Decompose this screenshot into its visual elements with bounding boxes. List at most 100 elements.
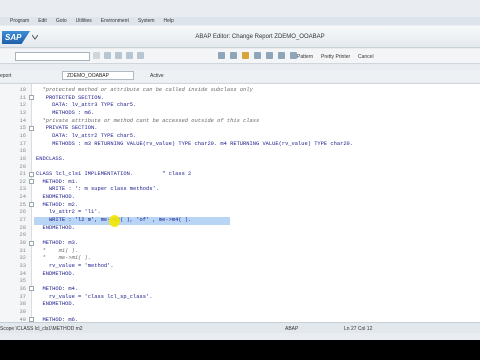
- fold-toggle-icon[interactable]: [29, 95, 34, 101]
- line-number: 32: [19, 255, 26, 262]
- code-line[interactable]: PRIVATE SECTION.: [36, 125, 98, 131]
- code-line[interactable]: * m1( ).: [36, 248, 78, 254]
- status-bar: Scope \CLASS lcl_cls1\METHOD m2 ABAP Ln …: [0, 322, 480, 333]
- sap-gui-window: Program Edit Goto Utilities Environment …: [0, 0, 480, 340]
- code-line[interactable]: rv_value = 'class lcl_sp_class'.: [36, 294, 153, 300]
- pretty-printer-button[interactable]: Pretty Printer: [321, 54, 350, 60]
- code-line[interactable]: ENDMETHOD.: [36, 301, 74, 307]
- code-line[interactable]: DATA: lv_attr2 TYPE char5.: [36, 133, 136, 139]
- menu-item-goto[interactable]: Goto: [56, 18, 67, 24]
- line-number: 26: [19, 209, 26, 216]
- where-used-icon[interactable]: [278, 52, 285, 59]
- code-line[interactable]: METHODS : m6.: [36, 110, 94, 116]
- menu-item-system[interactable]: System: [138, 18, 155, 24]
- code-line[interactable]: ENDMETHOD.: [36, 271, 74, 277]
- code-editor[interactable]: 10 11 12 13 14 15 16 17 18 19 20 21 22 23 24 25 26 27 28 29…: [0, 83, 480, 323]
- application-toolbar: Pattern Pretty Printer Cancel: [0, 49, 480, 64]
- line-number: 38: [19, 301, 26, 308]
- line-number: 11: [19, 94, 26, 101]
- activate-icon[interactable]: [254, 52, 261, 59]
- line-number: 20: [19, 163, 26, 170]
- code-line[interactable]: ENDMETHOD.: [36, 225, 74, 231]
- editor-header: eport ZDEMO_OOABAP Active: [0, 70, 480, 82]
- line-number: 28: [19, 224, 26, 231]
- line-number: 10: [19, 87, 26, 93]
- line-number: 12: [19, 102, 26, 109]
- line-number: 27: [19, 217, 26, 224]
- window-title: ABAP Editor: Change Report ZDEMO_OOABAP: [195, 34, 325, 40]
- menu-item-help[interactable]: Help: [164, 18, 174, 24]
- object-list-icon[interactable]: [290, 52, 297, 59]
- line-number: 18: [19, 148, 26, 155]
- line-number: 23: [19, 186, 26, 193]
- other-object-icon[interactable]: [230, 52, 237, 59]
- line-number: 19: [19, 155, 26, 162]
- fold-toggle-icon[interactable]: [29, 125, 34, 131]
- line-number: 36: [19, 285, 26, 292]
- code-line[interactable]: DATA: lv_attr3 TYPE char5.: [36, 102, 136, 108]
- menu-item-environment[interactable]: Environment: [101, 18, 129, 24]
- command-field[interactable]: [15, 52, 90, 61]
- report-label: eport: [0, 73, 12, 79]
- display-change-icon[interactable]: [218, 52, 225, 59]
- code-line[interactable]: rv_value = 'method'.: [36, 263, 114, 269]
- code-line[interactable]: PROTECTED SECTION.: [36, 95, 104, 101]
- menu-item-program[interactable]: Program: [10, 18, 29, 24]
- code-line[interactable]: METHOD: m1.: [36, 179, 78, 185]
- mouse-cursor-highlight: [109, 215, 120, 227]
- line-number: 35: [19, 278, 26, 285]
- menu-item-utilities[interactable]: Utilities: [76, 18, 92, 24]
- line-number: 15: [19, 125, 26, 132]
- line-number: 34: [19, 270, 26, 277]
- line-number: 33: [19, 262, 26, 269]
- line-number: 22: [19, 178, 26, 185]
- program-status: Active: [150, 73, 164, 79]
- dropdown-icon[interactable]: [93, 52, 100, 59]
- code-line[interactable]: WRITE : ': m super class methods'.: [36, 186, 159, 192]
- fold-toggle-icon[interactable]: [29, 286, 34, 292]
- cancel-icon[interactable]: [137, 52, 144, 59]
- line-number: 30: [19, 240, 26, 246]
- line-number-gutter: 10 11 12 13 14 15 16 17 18 19 20 21 22 23 24 25 26 27 28 29…: [0, 84, 34, 323]
- test-icon[interactable]: [266, 52, 273, 59]
- line-number: 31: [19, 247, 26, 254]
- cursor-position: Ln 27 Col 12: [344, 326, 373, 332]
- fold-toggle-icon[interactable]: [29, 179, 34, 185]
- program-name-field[interactable]: ZDEMO_OOABAP: [62, 71, 134, 80]
- save-icon[interactable]: [115, 52, 122, 59]
- line-number: 37: [19, 293, 26, 300]
- code-line[interactable]: ENDMETHOD.: [36, 194, 74, 200]
- line-number: 17: [19, 140, 26, 147]
- line-number: 25: [19, 201, 26, 208]
- pattern-button[interactable]: Pattern: [297, 54, 313, 60]
- code-line[interactable]: * me->m1( ).: [36, 255, 91, 261]
- code-line[interactable]: METHOD: m4.: [36, 286, 78, 292]
- code-line[interactable]: CLASS lcl_cls1 IMPLEMENTATION. " class 2: [36, 171, 191, 177]
- code-line[interactable]: lv_attr2 = 'l1'.: [36, 209, 101, 215]
- code-line[interactable]: *private attribute or method cant be acc…: [36, 118, 259, 124]
- fold-toggle-icon[interactable]: [29, 202, 34, 208]
- fold-toggle-icon[interactable]: [29, 240, 34, 246]
- check-icon[interactable]: [242, 52, 249, 59]
- line-number: 29: [19, 232, 26, 239]
- code-line[interactable]: METHODS : m3 RETURNING VALUE(rv_value) T…: [36, 141, 353, 147]
- line-number: 16: [19, 132, 26, 139]
- menu-item-edit[interactable]: Edit: [38, 18, 47, 24]
- scope-info: Scope \CLASS lcl_cls1\METHOD m2: [0, 326, 83, 332]
- line-number: 21: [19, 171, 26, 178]
- back-icon[interactable]: [104, 52, 111, 59]
- line-number: 39: [19, 308, 26, 315]
- line-number: 13: [19, 109, 26, 116]
- code-line[interactable]: METHOD: m2.: [36, 202, 78, 208]
- code-line[interactable]: *protected method or attribute can be ca…: [36, 87, 252, 93]
- fold-toggle-icon[interactable]: [29, 171, 34, 177]
- exit-icon[interactable]: [126, 52, 133, 59]
- code-line[interactable]: ENDCLASS.: [36, 156, 65, 162]
- code-line[interactable]: METHOD: m3.: [36, 240, 78, 246]
- video-frame: Program Edit Goto Utilities Environment …: [0, 0, 480, 360]
- line-number: 14: [19, 117, 26, 124]
- cancel-button[interactable]: Cancel: [358, 54, 374, 60]
- menu-bar: Program Edit Goto Utilities Environment …: [0, 17, 480, 25]
- language-indicator: ABAP: [285, 326, 299, 332]
- title-bar: SAP ABAP Editor: Change Report ZDEMO_OOA…: [0, 26, 480, 62]
